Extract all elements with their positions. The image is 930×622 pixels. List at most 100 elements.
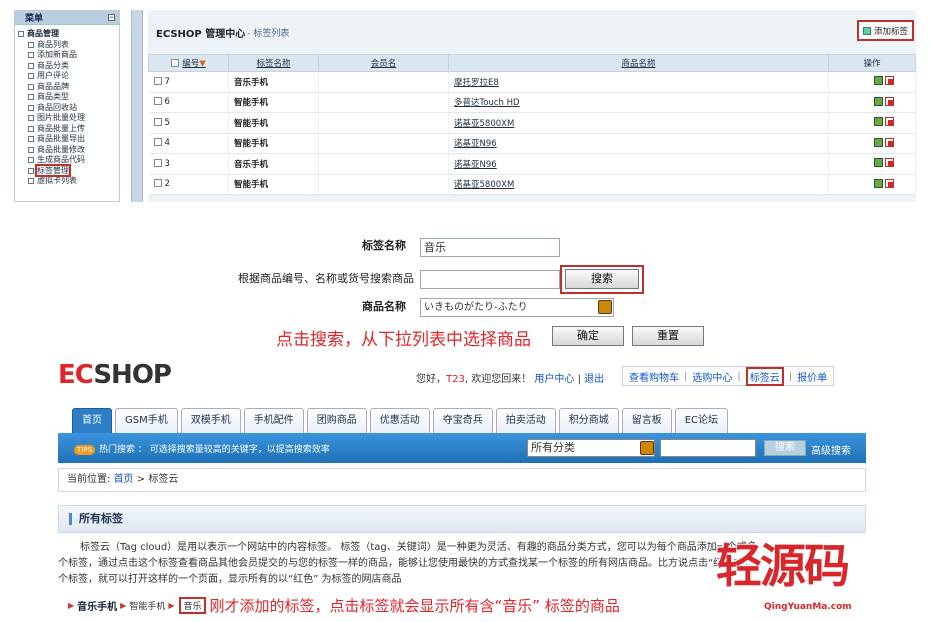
- nav-tab[interactable]: 首页: [72, 408, 112, 433]
- nav-tab[interactable]: EC论坛: [674, 408, 729, 433]
- watermark-logo: 轻源码 QingYuanMa.com: [716, 530, 926, 620]
- menu-item[interactable]: 图片批量处理: [18, 113, 119, 124]
- shop-logo[interactable]: ECSHOP: [58, 360, 172, 390]
- nav-tab[interactable]: 积分商城: [558, 408, 619, 433]
- nav-tab[interactable]: 夺宝奇兵: [432, 408, 493, 433]
- hot-search: TIPS 热门搜索 ： 可选择搜索量较高的关键字，以提高搜索效率: [74, 442, 330, 455]
- page-icon: [28, 115, 34, 121]
- quote-link[interactable]: 报价单: [797, 369, 827, 384]
- main-content: ECSHOP 管理中心 - 标签列表 添加标签 编号▼ 标签名称 会员名 商品名…: [148, 10, 916, 202]
- cell-goods-link[interactable]: 多普达Touch HD: [448, 92, 829, 113]
- breadcrumb-home[interactable]: 首页: [114, 474, 134, 485]
- row-checkbox[interactable]: [153, 117, 162, 126]
- nav-tab[interactable]: 优惠活动: [369, 408, 430, 433]
- delete-icon[interactable]: [885, 137, 894, 147]
- cell-goods-link[interactable]: 诺基亚5800XM: [448, 174, 829, 195]
- tag-name-input[interactable]: 音乐: [420, 238, 560, 257]
- breadcrumb-current: 标签云: [148, 474, 179, 485]
- tag-link[interactable]: 音乐手机: [77, 598, 117, 613]
- row-checkbox[interactable]: [153, 97, 162, 106]
- delete-icon[interactable]: [885, 96, 894, 106]
- logout-link[interactable]: 退出: [584, 374, 604, 385]
- keyword-input[interactable]: [660, 439, 756, 457]
- pick-center-link[interactable]: 选购中心: [692, 369, 732, 384]
- goods-select[interactable]: いきものがたり-ふたり: [420, 298, 614, 317]
- dropdown-arrow-icon: [598, 300, 612, 314]
- cell-member: [318, 92, 449, 113]
- tips-badge: TIPS: [74, 444, 96, 455]
- row-checkbox[interactable]: [153, 158, 162, 167]
- menu-item[interactable]: 标签管理: [18, 163, 119, 177]
- menu-item[interactable]: 商品分类: [18, 61, 119, 72]
- nav-tab[interactable]: GSM手机: [115, 408, 178, 433]
- delete-icon[interactable]: [885, 158, 894, 168]
- tag-link-new[interactable]: 音乐: [179, 596, 206, 614]
- edit-icon[interactable]: [874, 96, 883, 106]
- goods-search-button[interactable]: 搜索: [565, 269, 639, 289]
- delete-icon[interactable]: [885, 178, 894, 188]
- edit-icon[interactable]: [874, 117, 883, 127]
- delete-icon[interactable]: [885, 117, 894, 127]
- menu-item[interactable]: 商品批量导出: [18, 134, 119, 145]
- menu-item[interactable]: 商品批量修改: [18, 145, 119, 156]
- confirm-button[interactable]: 确定: [552, 326, 624, 346]
- col-id-header[interactable]: 编号▼: [148, 54, 229, 72]
- nav-tab[interactable]: 手机配件: [243, 408, 304, 433]
- row-checkbox[interactable]: [153, 76, 162, 85]
- add-icon: [862, 26, 871, 35]
- tag-name-label: 标签名称: [362, 239, 406, 252]
- edit-icon[interactable]: [874, 76, 883, 86]
- menu-item[interactable]: 生成商品代码: [18, 155, 119, 166]
- menu-item[interactable]: 商品批量上传: [18, 124, 119, 135]
- collapse-icon[interactable]: −: [108, 14, 115, 21]
- tree-root-goods[interactable]: 商品管理: [18, 29, 119, 40]
- menu-item[interactable]: 虚拟卡列表: [18, 176, 119, 187]
- edit-icon[interactable]: [874, 158, 883, 168]
- category-select[interactable]: 所有分类: [527, 439, 655, 457]
- shop-search-button[interactable]: 搜索: [764, 440, 806, 456]
- nav-tab[interactable]: 拍卖活动: [495, 408, 556, 433]
- nav-tab[interactable]: 留言板: [621, 408, 672, 433]
- reset-button[interactable]: 重置: [632, 326, 704, 346]
- goods-search-input[interactable]: [420, 270, 560, 289]
- col-name-header[interactable]: 标签名称: [228, 54, 319, 72]
- menu-item[interactable]: 商品列表: [18, 40, 119, 51]
- user-center-link[interactable]: 用户中心: [534, 374, 574, 385]
- page-icon: [28, 52, 34, 58]
- row-checkbox[interactable]: [153, 179, 162, 188]
- cell-goods-link[interactable]: 诺基亚5800XM: [448, 112, 829, 134]
- cell-goods-link[interactable]: 摩托罗拉E8: [448, 71, 829, 93]
- menu-item[interactable]: 商品品牌: [18, 82, 119, 93]
- tag-cloud-link[interactable]: 标签云: [745, 366, 784, 386]
- table-row: 3 音乐手机 诺基亚N96: [148, 153, 916, 175]
- menu-item[interactable]: 用户评论: [18, 71, 119, 82]
- page-icon: [28, 62, 34, 69]
- watermark-url: QingYuanMa.com: [764, 602, 852, 612]
- splitter-bar[interactable]: [131, 10, 143, 202]
- nav-tab[interactable]: 团购商品: [306, 408, 367, 433]
- col-goods-header[interactable]: 商品名称: [448, 54, 829, 72]
- delete-icon[interactable]: [885, 76, 894, 86]
- advanced-search-link[interactable]: 高级搜索: [811, 442, 851, 457]
- menu-item[interactable]: 商品类型: [18, 92, 119, 103]
- select-all-checkbox[interactable]: [171, 59, 180, 67]
- menu-item[interactable]: 商品回收站: [18, 103, 119, 114]
- tag-link[interactable]: 智能手机: [129, 599, 165, 612]
- instruction-note: 点击搜索，从下拉列表中选择商品: [276, 330, 531, 350]
- cell-goods-link[interactable]: 诺基亚N96: [448, 133, 829, 154]
- col-member-header[interactable]: 会员名: [318, 54, 449, 72]
- edit-icon[interactable]: [874, 178, 883, 188]
- menu-item[interactable]: 添加新商品: [18, 50, 119, 61]
- table-row: 5 智能手机 诺基亚5800XM: [148, 112, 916, 134]
- row-checkbox[interactable]: [153, 138, 162, 147]
- sidebar-menu: 菜单 − 商品管理 商品列表 添加新商品 商品分类 用户评论 商品品牌 商品类型 商品回收站…: [14, 10, 120, 202]
- nav-tab[interactable]: 双模手机: [180, 408, 241, 433]
- add-tag-button[interactable]: 添加标签: [856, 20, 914, 41]
- cell-id: 6: [148, 92, 229, 113]
- cell-tag-name: 智能手机: [228, 92, 319, 113]
- cell-goods-link[interactable]: 诺基亚N96: [448, 153, 829, 175]
- cart-link[interactable]: 查看购物车: [629, 369, 679, 384]
- edit-icon[interactable]: [874, 137, 883, 147]
- page-icon: [28, 146, 34, 153]
- menu-header: 菜单 −: [15, 11, 119, 25]
